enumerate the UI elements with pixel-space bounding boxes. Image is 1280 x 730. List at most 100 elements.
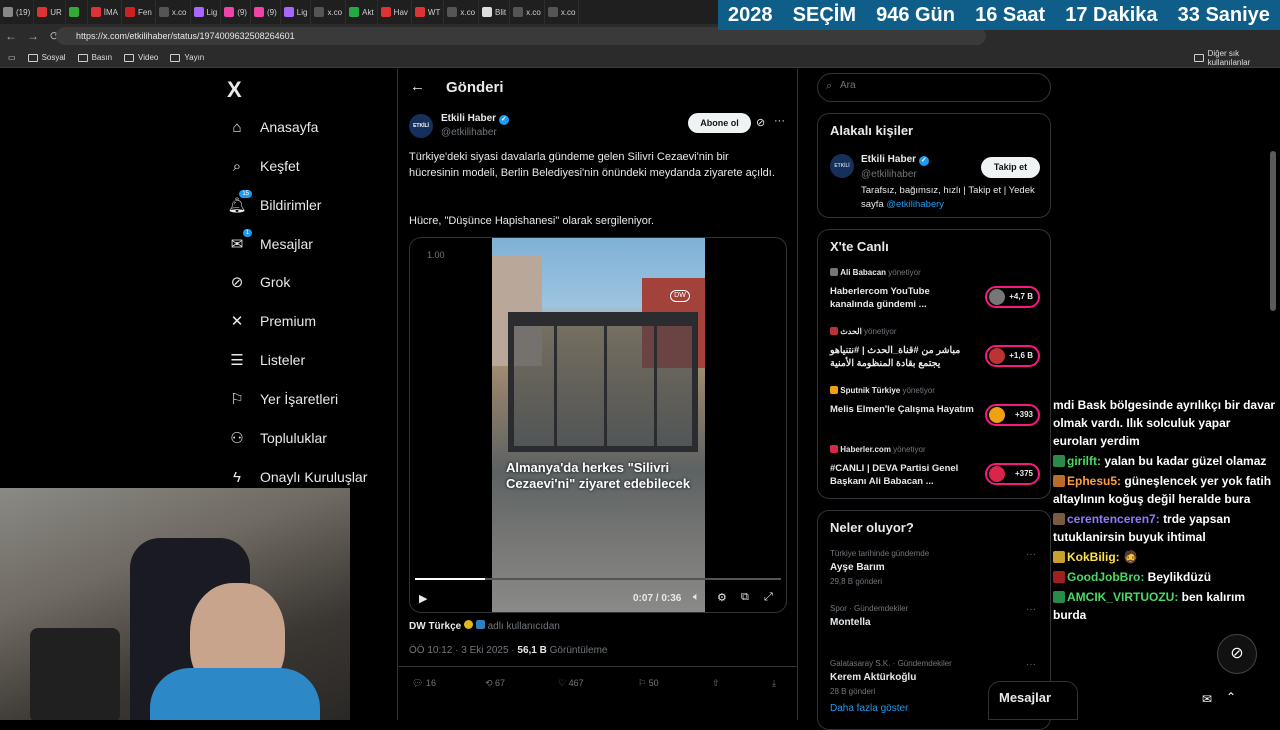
chat-message: cerentenceren7: trde yapsan tutuklanirsi… — [1049, 510, 1280, 548]
trend-name[interactable]: Kerem Aktürkoğlu — [830, 672, 916, 683]
live-host[interactable]: Ali Babacan yönetiyor — [830, 268, 921, 277]
browser-tab[interactable]: İMA — [88, 0, 123, 24]
search-input[interactable] — [840, 80, 1040, 91]
download-icon[interactable]: ⤓ — [772, 678, 776, 689]
author-name-row[interactable]: Etkili Haber ✓ — [441, 113, 509, 125]
scrollbar[interactable] — [1270, 151, 1276, 311]
dw-logo-icon: DW — [670, 290, 690, 302]
show-more-link[interactable]: Daha fazla göster — [830, 703, 908, 714]
share-icon[interactable]: ⇧ — [712, 678, 720, 689]
trend-more-icon[interactable]: ··· — [1026, 549, 1036, 560]
countdown-seconds: 33 Saniye — [1177, 3, 1270, 26]
post-time[interactable]: ÖÖ 10:12 · 3 Eki 2025 · — [409, 645, 515, 656]
volume-icon[interactable]: 🔈︎ — [693, 591, 700, 604]
back-icon[interactable]: ← — [0, 29, 22, 43]
live-listener-count[interactable]: +4,7 B — [985, 286, 1040, 308]
trend-name[interactable]: Montella — [830, 617, 871, 628]
live-listener-count[interactable]: +375 — [985, 463, 1040, 485]
browser-tab[interactable]: (9) — [221, 0, 251, 24]
back-arrow-icon[interactable]: ← — [410, 78, 425, 95]
microphone — [30, 628, 120, 720]
tab-favicon-icon — [349, 7, 360, 17]
grok-icon[interactable]: ⊘ — [756, 116, 765, 129]
reply-count: 16 — [425, 678, 436, 688]
grok-fab-icon[interactable]: ⊘ — [1217, 634, 1257, 674]
bookmark-folder-yayin[interactable]: Yayın — [170, 53, 204, 62]
video-player[interactable]: 1.00 DW Almanya'da herkes "Silivri Cezae… — [409, 237, 787, 613]
forward-icon[interactable]: → — [22, 29, 44, 43]
related-avatar[interactable]: ETKİLİ — [830, 154, 854, 178]
browser-tab[interactable]: Fen — [122, 0, 156, 24]
browser-tab[interactable]: (19) — [0, 0, 35, 24]
browser-tab[interactable]: x.co — [156, 0, 191, 24]
search-box[interactable]: ⌕ — [817, 73, 1051, 102]
author-avatar[interactable]: ETKİLİ — [409, 114, 433, 138]
trend-more-icon[interactable]: ··· — [1026, 604, 1036, 615]
browser-tab[interactable]: Hav — [378, 0, 412, 24]
play-icon[interactable]: ▶ — [419, 592, 427, 605]
bookmark-folder-sosyal[interactable]: Sosyal — [27, 53, 66, 62]
divider — [398, 666, 797, 667]
sidebar-item-bell[interactable]: 🔔︎ 15 Bildirimler — [227, 190, 321, 220]
browser-tab[interactable]: Blit — [479, 0, 511, 24]
expand-icon[interactable]: ⌃ — [1226, 690, 1236, 704]
pip-icon[interactable]: ⧉ — [741, 591, 749, 604]
browser-tab[interactable]: x.co — [510, 0, 545, 24]
like-button[interactable]: ♡ 467 — [558, 678, 584, 689]
more-icon[interactable]: ··· — [774, 115, 785, 127]
repost-button[interactable]: ⟲ 67 — [485, 678, 505, 689]
live-listener-count[interactable]: +393 — [985, 404, 1040, 426]
live-listener-count[interactable]: +1,6 B — [985, 345, 1040, 367]
fullscreen-icon[interactable]: ⤢ — [764, 591, 773, 604]
sidebar-item-list[interactable]: ☰ Listeler — [228, 345, 305, 375]
browser-tab[interactable]: Lig — [281, 0, 312, 24]
other-bookmarks[interactable]: Diğer sık kullanılanlar — [1194, 49, 1280, 67]
browser-tab[interactable]: x.co — [444, 0, 480, 24]
browser-tab[interactable]: UR — [34, 0, 66, 24]
browser-tab[interactable]: Lig — [191, 0, 222, 24]
live-title-text[interactable]: مباشر من #قناة_الحدث | #نتنياهو يجتمع بق… — [830, 344, 975, 370]
settings-icon[interactable]: ⚙ — [717, 591, 727, 604]
browser-tab[interactable]: x.co — [545, 0, 580, 24]
bookmark-icon-generic[interactable]: ▭ — [8, 53, 16, 62]
sidebar-item-home[interactable]: ⌂ Anasayfa — [228, 112, 318, 142]
browser-tab[interactable]: WT — [412, 0, 445, 24]
live-title-text[interactable]: Melis Elmen'le Çalışma Hayatım — [830, 403, 975, 416]
video-source[interactable]: DW Türkçe adlı kullanıcıdan — [409, 620, 560, 632]
x-logo-icon[interactable]: X — [227, 77, 242, 103]
reply-button[interactable]: 💬︎ 16 — [412, 678, 436, 689]
sidebar-item-grok[interactable]: ⊘ Grok — [228, 267, 291, 297]
chat-badge-icon — [1053, 455, 1065, 467]
browser-tab[interactable]: x.co — [311, 0, 347, 24]
post-meta: ÖÖ 10:12 · 3 Eki 2025 · 56,1 B Görüntüle… — [409, 645, 607, 656]
countdown-hours: 16 Saat — [975, 3, 1046, 26]
bio-link[interactable]: @etkilihabery — [886, 199, 944, 210]
live-title-text[interactable]: #CANLI | DEVA Partisi Genel Başkanı Ali … — [830, 462, 975, 488]
sidebar-item-people[interactable]: ⚇ Topluluklar — [228, 423, 327, 453]
bookmark-folder-basin[interactable]: Basın — [77, 53, 112, 62]
author-handle[interactable]: @etkilihaber — [441, 127, 497, 138]
browser-tab[interactable]: (9) — [251, 0, 281, 24]
video-progress-track[interactable] — [415, 578, 781, 580]
live-host[interactable]: Haberler.com yönetiyor — [830, 445, 926, 454]
new-message-icon[interactable]: ✉ — [1202, 692, 1212, 706]
sidebar-item-mail[interactable]: ✉ 1 Mesajlar — [228, 229, 313, 259]
browser-tab[interactable]: Akt — [346, 0, 378, 24]
bookmark-folder-video[interactable]: Video — [124, 53, 158, 62]
bookmark-button[interactable]: ⚐ 50 — [638, 678, 659, 689]
subscribe-button[interactable]: Abone ol — [688, 113, 751, 133]
sidebar-item-bookmark[interactable]: ⚐ Yer İşaretleri — [228, 384, 338, 414]
follow-button[interactable]: Takip et — [981, 157, 1040, 178]
browser-tab[interactable] — [66, 0, 88, 24]
live-host[interactable]: الحدث yönetiyor — [830, 327, 897, 336]
live-host[interactable]: Sputnik Türkiye yönetiyor — [830, 386, 935, 395]
sidebar-item-x[interactable]: ✕ Premium — [228, 306, 316, 336]
messages-drawer[interactable]: Mesajlar — [988, 681, 1078, 720]
related-name[interactable]: Etkili Haber ✓ — [861, 154, 929, 166]
sidebar-item-search[interactable]: ⌕ Keşfet — [228, 151, 300, 181]
trend-name[interactable]: Ayşe Barım — [830, 562, 885, 573]
related-handle[interactable]: @etkilihaber — [861, 169, 917, 180]
live-title-text[interactable]: Haberlercom YouTube kanalında gündemi ..… — [830, 285, 975, 311]
host-role: yönetiyor — [902, 386, 935, 395]
trend-more-icon[interactable]: ··· — [1026, 659, 1036, 670]
